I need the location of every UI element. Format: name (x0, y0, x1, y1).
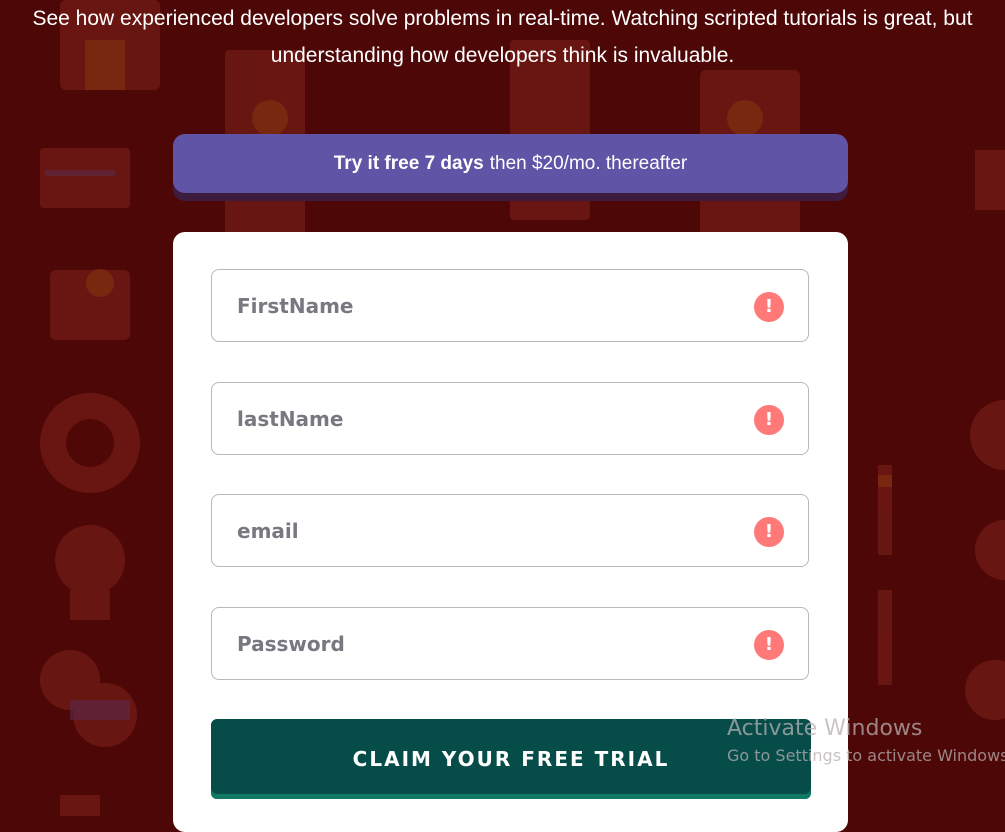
intro-text: See how experienced developers solve pro… (0, 0, 1005, 74)
last-name-field: ! (211, 382, 809, 455)
claim-free-trial-button[interactable]: CLAIM YOUR FREE TRIAL (211, 719, 811, 799)
email-field: ! (211, 494, 809, 567)
last-name-input[interactable] (212, 383, 808, 454)
trial-offer-highlight: Try it free 7 days (333, 152, 484, 174)
intro-line-1: See how experienced developers solve pro… (32, 7, 973, 30)
first-name-field: ! (211, 269, 809, 342)
trial-offer-banner: Try it free 7 days then $20/mo. thereaft… (173, 134, 848, 193)
password-field: ! (211, 607, 809, 680)
exclamation-icon: ! (754, 292, 784, 322)
exclamation-icon: ! (754, 517, 784, 547)
exclamation-icon: ! (754, 405, 784, 435)
signup-form-card: ! ! ! ! CLAIM YOUR FREE TRIAL (173, 232, 848, 832)
password-input[interactable] (212, 608, 808, 679)
intro-line-2: understanding how developers think is in… (270, 44, 735, 67)
first-name-input[interactable] (212, 270, 808, 341)
email-input[interactable] (212, 495, 808, 566)
trial-offer-price: then $20/mo. thereafter (489, 152, 688, 174)
exclamation-icon: ! (754, 630, 784, 660)
